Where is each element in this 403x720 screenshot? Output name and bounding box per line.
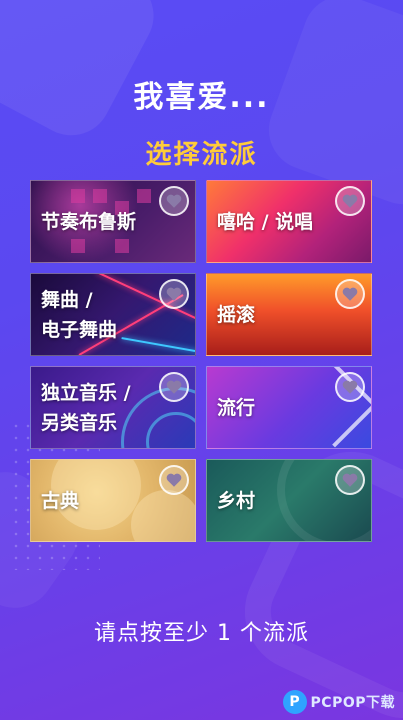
genre-card-hiphop[interactable]: 嘻哈 / 说唱: [206, 180, 372, 263]
genre-card-rock[interactable]: 摇滚: [206, 273, 372, 356]
heart-icon[interactable]: [335, 279, 365, 309]
selection-hint: 请点按至少 1 个流派: [94, 621, 309, 646]
genre-card-rnb[interactable]: 节奏布鲁斯: [30, 180, 196, 263]
genre-label: 古典: [41, 489, 80, 512]
genre-label: 独立音乐 / 另类音乐: [41, 381, 131, 434]
heart-icon[interactable]: [335, 372, 365, 402]
genre-card-pop[interactable]: 流行: [206, 366, 372, 449]
genre-card-dance[interactable]: 舞曲 / 电子舞曲: [30, 273, 196, 356]
heart-icon[interactable]: [159, 465, 189, 495]
genre-label: 舞曲 / 电子舞曲: [41, 288, 118, 341]
heart-icon[interactable]: [159, 279, 189, 309]
genre-label: 节奏布鲁斯: [41, 210, 137, 233]
genre-label: 流行: [217, 396, 256, 419]
genre-label: 摇滚: [217, 303, 256, 326]
heart-icon[interactable]: [159, 186, 189, 216]
genre-card-country[interactable]: 乡村: [206, 459, 372, 542]
genre-card-classical[interactable]: 古典: [30, 459, 196, 542]
page-title: 我喜爱...: [133, 80, 270, 115]
page-subtitle: 选择流派: [145, 140, 258, 170]
watermark-logo-icon: P: [282, 690, 307, 714]
heart-icon[interactable]: [335, 465, 365, 495]
heart-icon[interactable]: [335, 186, 365, 216]
watermark-text: PCPOP下载: [310, 695, 395, 711]
genre-label: 乡村: [217, 489, 256, 512]
genre-card-indie[interactable]: 独立音乐 / 另类音乐: [30, 366, 196, 449]
watermark: P PCPOP下载: [282, 690, 395, 714]
genre-label: 嘻哈 / 说唱: [217, 210, 314, 233]
genre-grid: 节奏布鲁斯 嘻哈 / 说唱 舞曲 / 电子舞曲 摇滚 独立音乐 / 另类音乐 流…: [30, 180, 372, 542]
heart-icon[interactable]: [159, 372, 189, 402]
